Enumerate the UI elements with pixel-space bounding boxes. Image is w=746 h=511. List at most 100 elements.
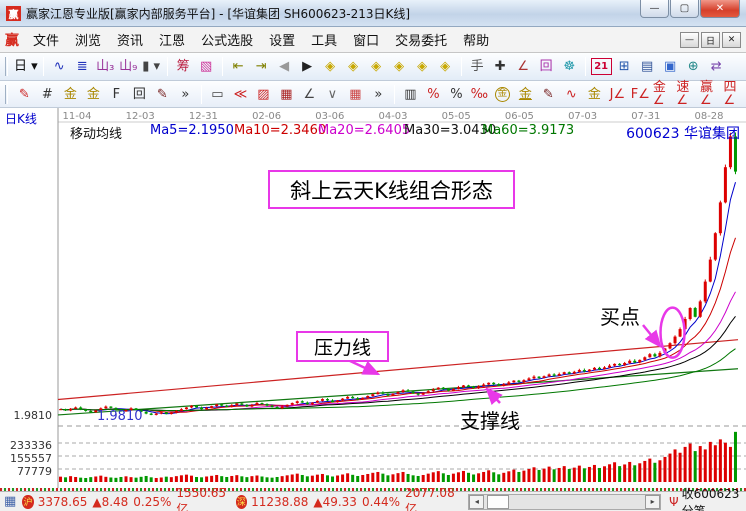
menu-item-9[interactable]: 帮助 bbox=[455, 31, 497, 52]
permille-icon[interactable]: ‰ bbox=[469, 84, 490, 105]
gann-wheel-icon[interactable]: ☸ bbox=[559, 56, 580, 77]
first-page-icon[interactable]: ⇤ bbox=[228, 56, 249, 77]
draw-brush-icon[interactable]: ✎ bbox=[14, 84, 35, 105]
gold-grid-icon[interactable]: 金 bbox=[60, 84, 81, 105]
volume-gridlines bbox=[58, 443, 746, 469]
scroll-left-arrow[interactable]: ◂ bbox=[469, 495, 484, 509]
box-fan-icon[interactable]: ▨ bbox=[253, 84, 274, 105]
box-tool-icon[interactable]: ▭ bbox=[207, 84, 228, 105]
menu-item-8[interactable]: 交易委托 bbox=[387, 31, 455, 52]
angle-fan-icon[interactable]: ∠ bbox=[299, 84, 320, 105]
app-logo-icon: 赢 bbox=[6, 6, 21, 21]
more-tools-button[interactable]: » bbox=[175, 84, 196, 105]
gann-box-icon[interactable]: 回 bbox=[536, 56, 557, 77]
diamond-full-icon[interactable]: ◈ bbox=[435, 56, 456, 77]
toolbar-separator bbox=[461, 57, 462, 76]
toolbar-grip[interactable] bbox=[5, 57, 8, 76]
next-bar-icon[interactable]: ▶ bbox=[297, 56, 318, 77]
kline-period-button[interactable]: 日 ▾ bbox=[14, 56, 38, 77]
grid-tool-icon[interactable]: # bbox=[37, 84, 58, 105]
close-button[interactable]: ✕ bbox=[700, 0, 740, 18]
network-icon[interactable]: ⊕ bbox=[683, 56, 704, 77]
more-tools2-button[interactable]: » bbox=[368, 84, 389, 105]
menu-item-2[interactable]: 资讯 bbox=[109, 31, 151, 52]
diamond-expand-icon[interactable]: ◈ bbox=[412, 56, 433, 77]
title-bar[interactable]: 赢 赢家江恩专业版[赢家内部服务平台] - [华谊集团 SH600623-213… bbox=[0, 0, 746, 27]
j-angle-icon[interactable]: J∠ bbox=[607, 84, 628, 105]
gold-grid2-icon[interactable]: 金 bbox=[83, 84, 104, 105]
quote-list-icon[interactable]: ≣ bbox=[72, 56, 93, 77]
percent-retrace-icon[interactable]: % bbox=[423, 84, 444, 105]
chip-dist-icon[interactable]: 筹 bbox=[173, 56, 194, 77]
crosshair-tool-icon[interactable]: ✚ bbox=[490, 56, 511, 77]
zigzag-icon[interactable]: ∨ bbox=[322, 84, 343, 105]
scroll-right-arrow[interactable]: ▸ bbox=[645, 495, 660, 509]
scrollbar-thumb[interactable] bbox=[487, 495, 509, 509]
angle-measure-icon[interactable]: ∠ bbox=[513, 56, 534, 77]
remote-sync-icon[interactable]: ⇄ bbox=[706, 56, 727, 77]
signal-icon: Ψ bbox=[669, 495, 678, 509]
sh-index-pct: 0.25% bbox=[133, 495, 171, 509]
minimize-button[interactable]: — bbox=[640, 0, 669, 18]
toolbar-separator bbox=[585, 57, 586, 76]
calendar-icon[interactable]: 21 bbox=[591, 58, 612, 75]
color-histogram-icon[interactable]: ▧ bbox=[196, 56, 217, 77]
diamond-compress-icon[interactable]: ◈ bbox=[389, 56, 410, 77]
prev-bar-icon[interactable]: ◀ bbox=[274, 56, 295, 77]
diamond-hexpand-icon[interactable]: ◈ bbox=[366, 56, 387, 77]
hand-tool-icon[interactable]: 手 bbox=[467, 56, 488, 77]
toolbar-grip[interactable] bbox=[5, 85, 8, 104]
diamond-left-icon[interactable]: ◈ bbox=[320, 56, 341, 77]
last-page-icon[interactable]: ⇥ bbox=[251, 56, 272, 77]
percent-icon[interactable]: % bbox=[446, 84, 467, 105]
svg-text:04-03: 04-03 bbox=[378, 111, 407, 122]
menu-item-6[interactable]: 工具 bbox=[303, 31, 345, 52]
toolbar-separator bbox=[167, 57, 168, 76]
minute9-chart-icon[interactable]: 山₉ bbox=[118, 56, 139, 77]
trend-curve-icon[interactable]: ∿ bbox=[49, 56, 70, 77]
toolbar-separator bbox=[43, 57, 44, 76]
wave-band-icon[interactable]: ∿ bbox=[561, 84, 582, 105]
matrix-grid-icon[interactable]: ▦ bbox=[345, 84, 366, 105]
notes-icon[interactable]: ▤ bbox=[637, 56, 658, 77]
menu-item-5[interactable]: 设置 bbox=[261, 31, 303, 52]
child-restore-button[interactable]: 日 bbox=[701, 32, 720, 48]
calculator-icon[interactable]: ⊞ bbox=[614, 56, 635, 77]
gold-underline-icon[interactable]: 金 bbox=[584, 84, 605, 105]
minute3-chart-icon[interactable]: 山₃ bbox=[95, 56, 116, 77]
volume-axis-label-2: 155557 bbox=[2, 452, 52, 465]
diamond-right-icon[interactable]: ◈ bbox=[343, 56, 364, 77]
brush-grid-icon[interactable]: ✎ bbox=[152, 84, 173, 105]
toolbar-separator bbox=[201, 85, 202, 104]
ma-legend-item-4: Ma60=3.9173 bbox=[482, 123, 574, 138]
four-angle-icon[interactable]: 四∠ bbox=[723, 84, 745, 105]
child-close-button[interactable]: ✕ bbox=[722, 32, 741, 48]
f-angle-icon[interactable]: F∠ bbox=[630, 84, 651, 105]
speed-angle-icon[interactable]: 速∠ bbox=[676, 84, 698, 105]
win-angle-icon[interactable]: 赢∠ bbox=[700, 84, 722, 105]
svg-text:05-05: 05-05 bbox=[442, 111, 471, 122]
sh-index-value: 3378.65 bbox=[38, 495, 88, 509]
kline-chart[interactable]: 11-0412-0312-3102-0603-0604-0305-0506-05… bbox=[0, 108, 746, 488]
gold-angle-icon[interactable]: 金∠ bbox=[653, 84, 675, 105]
menu-item-7[interactable]: 窗口 bbox=[345, 31, 387, 52]
candle-style-button[interactable]: ▮ ▾ bbox=[141, 56, 162, 77]
save-icon[interactable]: ▣ bbox=[660, 56, 681, 77]
measure-bars-icon[interactable]: ▥ bbox=[400, 84, 421, 105]
menu-item-4[interactable]: 公式选股 bbox=[193, 31, 261, 52]
child-minimize-button[interactable]: — bbox=[680, 32, 699, 48]
maximize-button[interactable]: ▢ bbox=[670, 0, 699, 18]
gold-circle-icon[interactable]: 金 bbox=[492, 84, 513, 105]
menu-item-0[interactable]: 文件 bbox=[25, 31, 67, 52]
brush2-icon[interactable]: ✎ bbox=[538, 84, 559, 105]
fan-lines-icon[interactable]: ≪ bbox=[230, 84, 251, 105]
horizontal-scrollbar[interactable]: ◂ ▸ bbox=[468, 494, 661, 510]
support-line-label: 支撑线 bbox=[460, 405, 520, 434]
market-grid-icon[interactable]: ▦ bbox=[4, 494, 16, 509]
gold-line-icon[interactable]: 金 bbox=[515, 84, 536, 105]
menu-item-3[interactable]: 江恩 bbox=[151, 31, 193, 52]
cycle-grid-icon[interactable]: 回 bbox=[129, 84, 150, 105]
menu-item-1[interactable]: 浏览 bbox=[67, 31, 109, 52]
f-grid-icon[interactable]: F bbox=[106, 84, 127, 105]
box-grid-icon[interactable]: ▦ bbox=[276, 84, 297, 105]
